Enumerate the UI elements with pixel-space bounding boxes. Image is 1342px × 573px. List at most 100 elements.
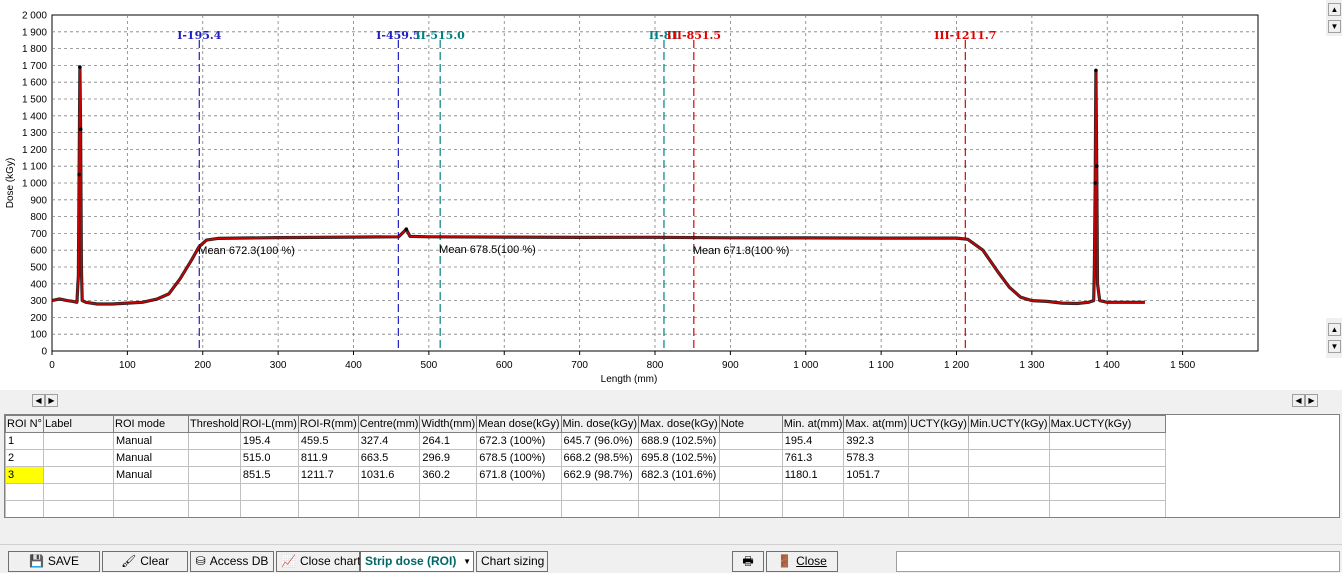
table-cell[interactable] <box>908 483 969 501</box>
table-cell[interactable] <box>1049 518 1165 519</box>
table-cell[interactable] <box>420 518 477 519</box>
chevron-down-icon[interactable]: ▼ <box>463 552 471 571</box>
table-cell[interactable]: 645.7 (96.0%) <box>560 432 640 450</box>
table-row[interactable]: 3 Manual 851.5 1211.7 1031.6 360.2 671.8 (100%… <box>5 466 1166 484</box>
column-header[interactable]: Max. at(mm) <box>843 415 910 433</box>
table-cell[interactable] <box>638 483 720 501</box>
table-cell[interactable]: 662.9 (98.7%) <box>560 466 640 484</box>
column-header[interactable]: Min. dose(kGy) <box>560 415 640 433</box>
table-cell[interactable]: 392.3 <box>843 432 910 450</box>
table-cell[interactable] <box>1048 466 1166 484</box>
table-cell[interactable] <box>1048 500 1166 517</box>
table-cell[interactable] <box>908 466 969 484</box>
close-button[interactable]: 🚪 Close <box>766 551 838 572</box>
table-cell[interactable] <box>5 500 44 517</box>
table-cell[interactable]: 264.1 <box>419 432 478 450</box>
vertical-scrollbar-top[interactable]: ▲ ▼ <box>1326 0 1342 36</box>
scroll-down-icon[interactable]: ▼ <box>1328 340 1341 353</box>
table-cell[interactable] <box>718 449 783 467</box>
table-cell[interactable]: Manual <box>113 466 189 484</box>
table-cell[interactable] <box>298 518 358 519</box>
empty-row[interactable] <box>6 518 1166 519</box>
table-cell[interactable] <box>188 449 241 467</box>
table-cell[interactable]: 296.9 <box>419 449 478 467</box>
scroll-left-icon[interactable]: ◀ <box>32 394 45 407</box>
table-cell[interactable] <box>5 483 44 501</box>
table-cell[interactable] <box>188 432 241 450</box>
column-header[interactable]: ROI-R(mm) <box>297 415 359 433</box>
table-cell[interactable] <box>718 432 783 450</box>
table-cell[interactable] <box>638 500 720 517</box>
table-cell[interactable] <box>782 518 844 519</box>
table-cell[interactable]: 459.5 <box>297 432 359 450</box>
scroll-up-icon[interactable]: ▲ <box>1328 3 1341 16</box>
table-cell[interactable] <box>908 449 969 467</box>
table-cell[interactable]: 515.0 <box>239 449 299 467</box>
table-cell[interactable] <box>718 500 783 517</box>
scroll-up-icon[interactable]: ▲ <box>1328 323 1341 336</box>
table-cell[interactable]: 578.3 <box>843 449 910 467</box>
scroll-right-icon[interactable]: ▶ <box>45 394 58 407</box>
column-header[interactable]: ROI-L(mm) <box>239 415 299 433</box>
column-header[interactable]: ROI mode <box>113 415 189 433</box>
empty-row[interactable] <box>5 483 1166 501</box>
print-button[interactable]: 🖶 <box>732 551 764 572</box>
table-cell[interactable]: 663.5 <box>357 449 421 467</box>
table-cell[interactable] <box>114 518 189 519</box>
table-cell[interactable] <box>419 483 478 501</box>
table-cell[interactable] <box>967 449 1050 467</box>
clear-button[interactable]: 🖌 Clear <box>102 551 188 572</box>
column-header[interactable]: Width(mm) <box>419 415 478 433</box>
table-cell[interactable]: 327.4 <box>357 432 421 450</box>
table-cell[interactable] <box>297 500 359 517</box>
horizontal-scrollbar[interactable]: ◀ ▶ ◀ ▶ <box>0 390 1342 410</box>
table-cell[interactable]: 671.8 (100%) <box>476 466 562 484</box>
column-header[interactable]: Threshold <box>188 415 241 433</box>
table-cell[interactable]: 195.4 <box>781 432 845 450</box>
table-cell[interactable]: 1051.7 <box>843 466 910 484</box>
table-cell[interactable]: 3 <box>5 466 44 484</box>
table-cell[interactable]: 360.2 <box>419 466 478 484</box>
table-cell[interactable] <box>239 483 299 501</box>
table-cell[interactable] <box>239 500 299 517</box>
table-cell[interactable] <box>967 432 1050 450</box>
table-cell[interactable] <box>43 466 114 484</box>
table-cell[interactable]: 1 <box>5 432 44 450</box>
table-cell[interactable] <box>718 483 783 501</box>
table-cell[interactable] <box>560 483 640 501</box>
table-cell[interactable]: 851.5 <box>239 466 299 484</box>
table-cell[interactable]: 811.9 <box>297 449 359 467</box>
table-cell[interactable] <box>44 518 114 519</box>
table-cell[interactable]: 672.3 (100%) <box>476 432 562 450</box>
table-cell[interactable] <box>781 483 845 501</box>
table-cell[interactable]: 1211.7 <box>297 466 359 484</box>
table-cell[interactable]: Manual <box>113 449 189 467</box>
column-header[interactable]: Min.UCTY(kGy) <box>967 415 1050 433</box>
column-header[interactable]: Max. dose(kGy) <box>638 415 720 433</box>
table-cell[interactable] <box>781 500 845 517</box>
table-cell[interactable] <box>43 483 114 501</box>
table-cell[interactable] <box>357 483 421 501</box>
table-cell[interactable]: 682.3 (101.6%) <box>638 466 720 484</box>
table-cell[interactable] <box>113 483 189 501</box>
scroll-down-icon[interactable]: ▼ <box>1328 20 1341 33</box>
table-cell[interactable] <box>561 518 639 519</box>
table-cell[interactable]: 695.8 (102.5%) <box>638 449 720 467</box>
table-cell[interactable] <box>476 500 562 517</box>
table-row[interactable]: 2 Manual 515.0 811.9 663.5 296.9 678.5 (100%) 6… <box>5 449 1166 467</box>
table-cell[interactable] <box>909 518 969 519</box>
table-cell[interactable] <box>1048 432 1166 450</box>
column-header[interactable]: ROI N° <box>5 415 44 433</box>
empty-row[interactable] <box>5 500 1166 517</box>
table-cell[interactable] <box>843 500 910 517</box>
scroll-left-icon[interactable]: ◀ <box>1292 394 1305 407</box>
table-cell[interactable] <box>476 483 562 501</box>
column-header[interactable]: UCTY(kGy) <box>908 415 969 433</box>
table-cell[interactable] <box>719 518 782 519</box>
table-cell[interactable]: 2 <box>5 449 44 467</box>
close-chart-button[interactable]: 📈 Close chart <box>276 551 361 572</box>
table-cell[interactable]: 761.3 <box>781 449 845 467</box>
table-cell[interactable] <box>43 500 114 517</box>
column-header[interactable]: Label <box>43 415 114 433</box>
table-cell[interactable] <box>188 466 241 484</box>
